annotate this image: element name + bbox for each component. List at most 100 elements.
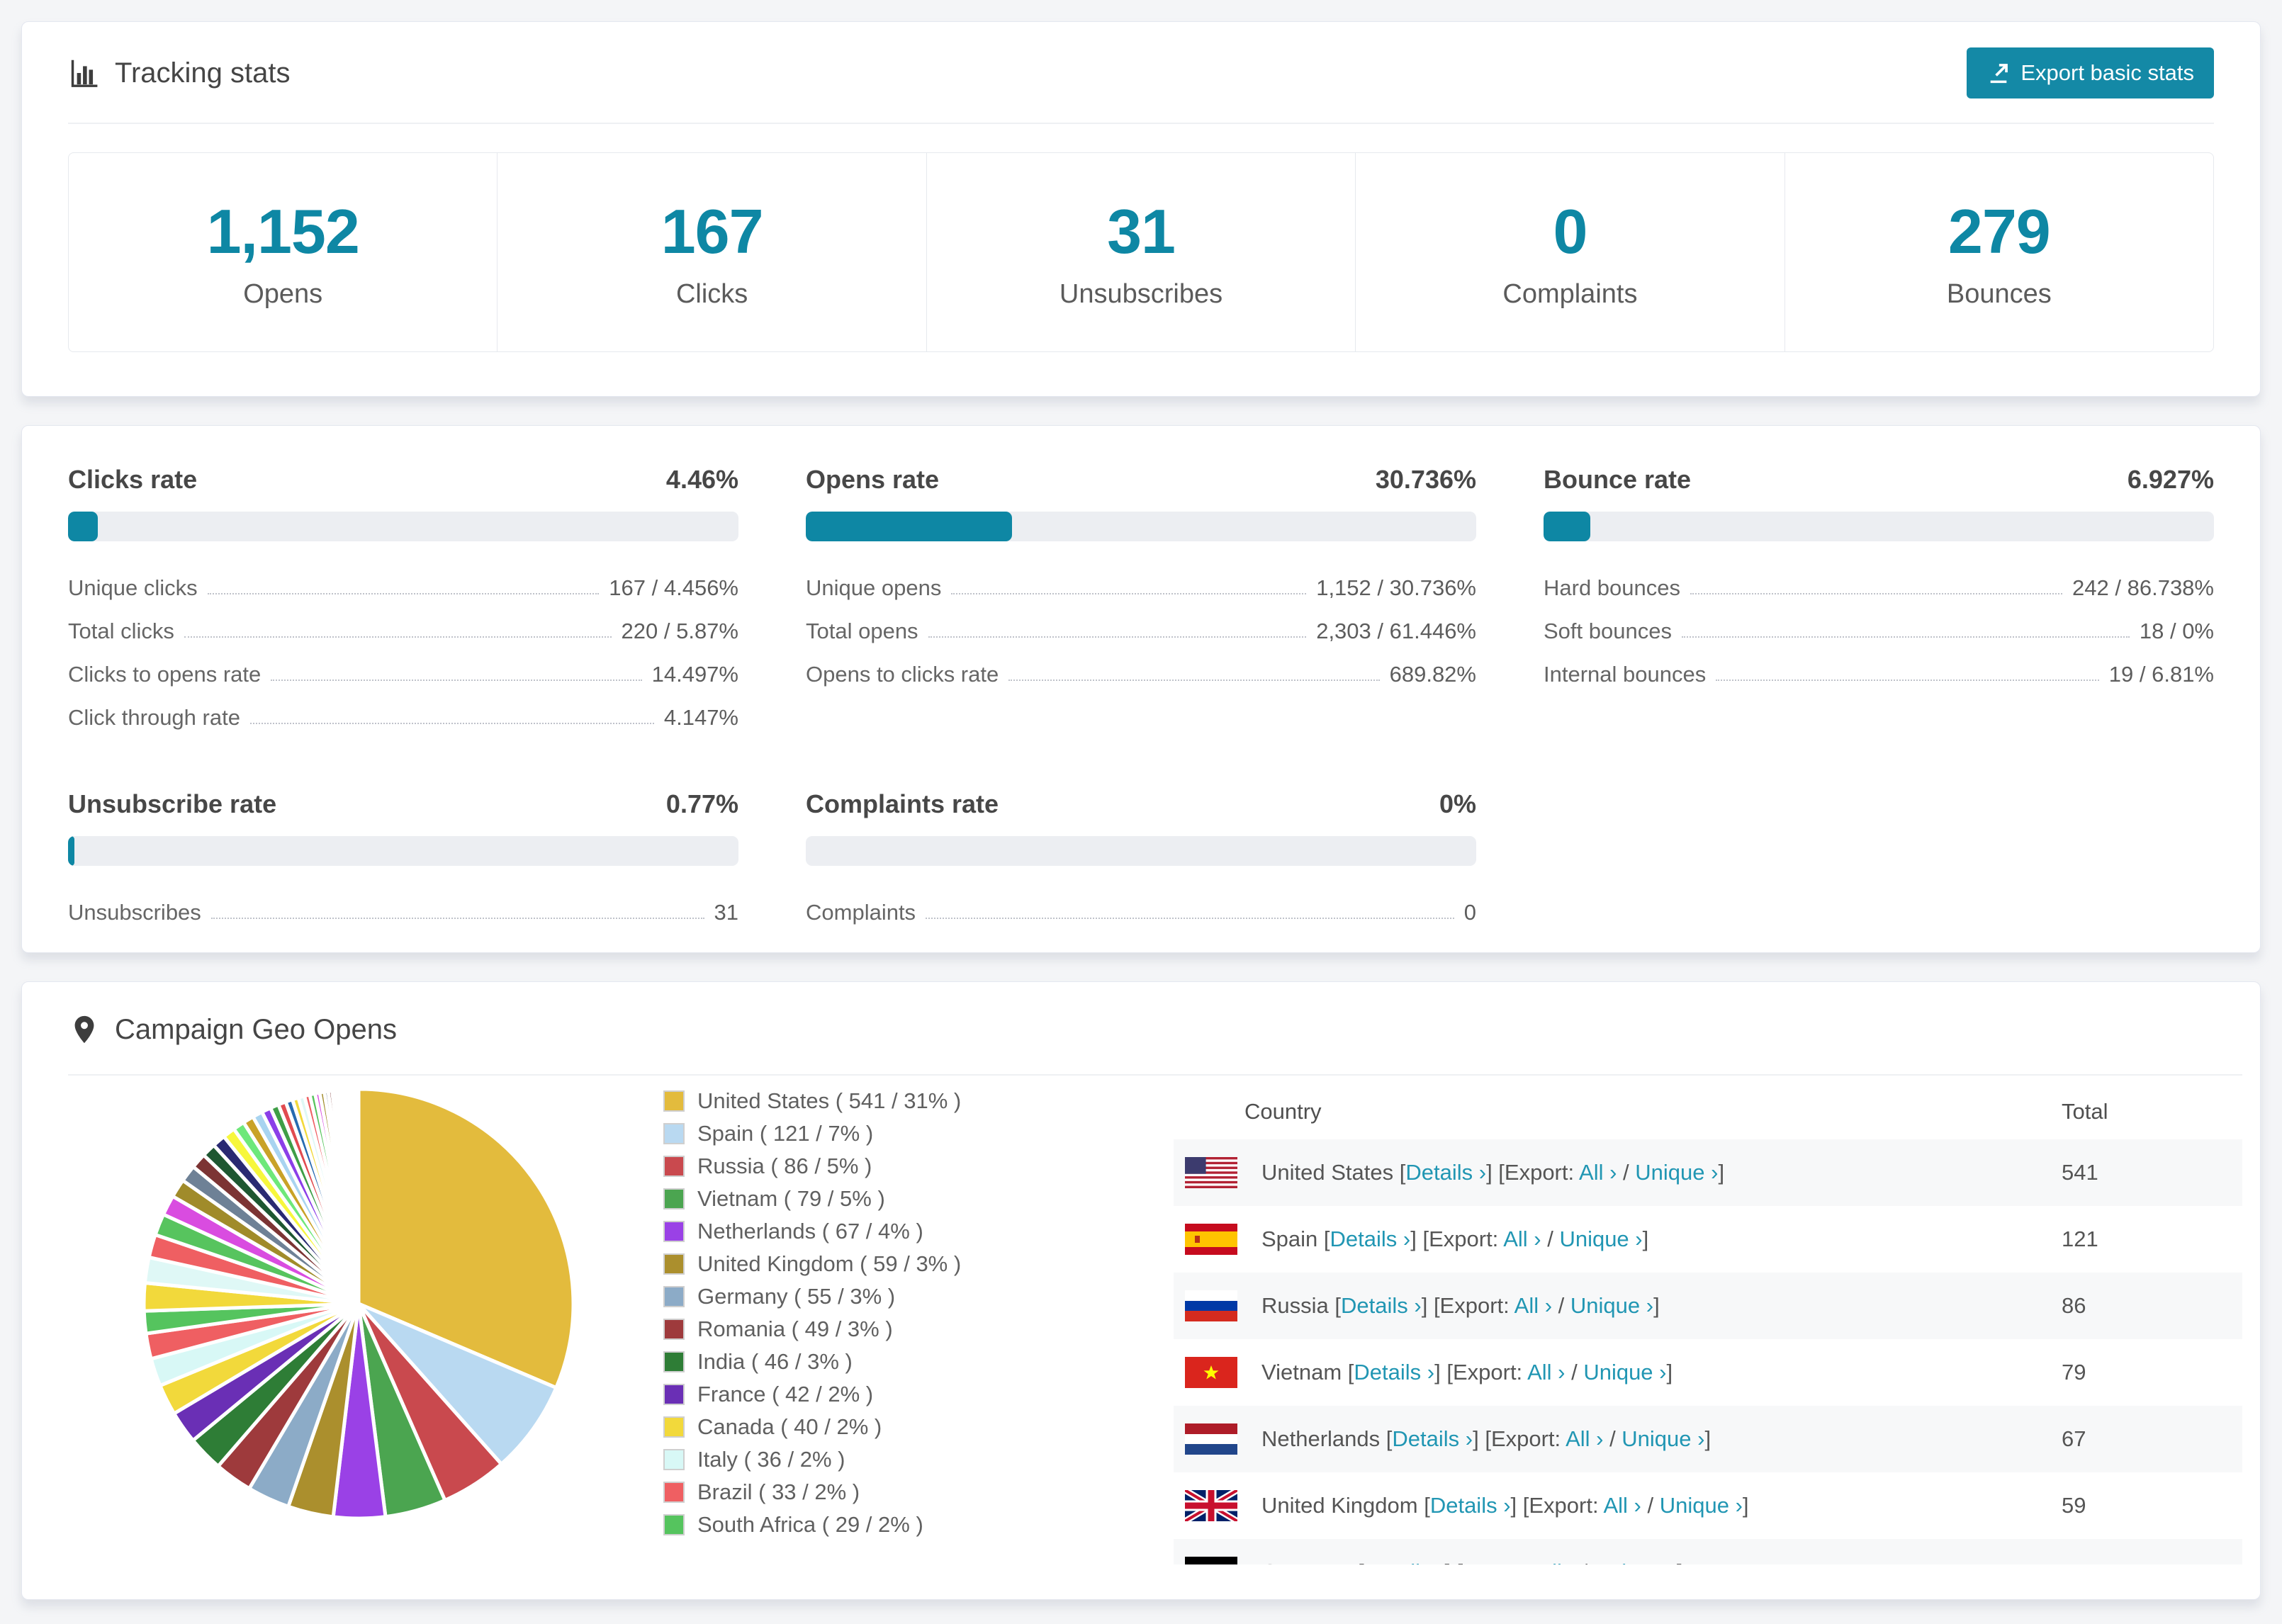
country-total: 541: [2062, 1160, 2098, 1185]
legend-swatch: [663, 1123, 685, 1144]
rate-progress-track: [68, 512, 738, 541]
details-link[interactable]: Details ›: [1330, 1227, 1411, 1251]
total-column-header: Total: [2062, 1099, 2108, 1124]
stat-value: 0: [1553, 196, 1587, 266]
legend-label: Vietnam ( 79 / 5% ): [697, 1186, 885, 1211]
legend-item: Vietnam ( 79 / 5% ): [663, 1186, 947, 1212]
legend-swatch: [663, 1482, 685, 1503]
stat-value: 31: [1107, 196, 1176, 266]
export-all-link[interactable]: All ›: [1514, 1293, 1552, 1318]
legend-item: Brazil ( 33 / 2% ): [663, 1479, 947, 1505]
details-link[interactable]: Details ›: [1405, 1160, 1486, 1185]
export-unique-link[interactable]: Unique ›: [1570, 1293, 1653, 1318]
export-all-link[interactable]: All ›: [1537, 1560, 1575, 1564]
details-link[interactable]: Details ›: [1364, 1560, 1445, 1564]
map-pin-icon: [74, 1015, 94, 1044]
export-unique-link[interactable]: Unique ›: [1559, 1227, 1642, 1251]
rate-stat-row: Total clicks 220 / 5.87%: [68, 610, 738, 653]
export-unique-link[interactable]: Unique ›: [1635, 1160, 1718, 1185]
export-all-link[interactable]: All ›: [1503, 1227, 1541, 1251]
details-link[interactable]: Details ›: [1392, 1426, 1473, 1451]
legend-item: Russia ( 86 / 5% ): [663, 1154, 947, 1179]
stats-row: 1,152 Opens 167 Clicks 31 Unsubscribes 0 Co…: [68, 152, 2214, 352]
details-link[interactable]: Details ›: [1430, 1493, 1511, 1518]
rate-progress-fill: [68, 512, 99, 541]
stat-box-clicks: 167 Clicks: [498, 153, 927, 351]
export-unique-link[interactable]: Unique ›: [1594, 1560, 1677, 1564]
rate-stat-row: Click through rate 4.147%: [68, 697, 738, 740]
export-unique-link[interactable]: Unique ›: [1583, 1360, 1666, 1385]
rate-stat-row: Internal bounces 19 / 6.81%: [1544, 653, 2214, 697]
details-link[interactable]: Details ›: [1354, 1360, 1434, 1385]
dotted-leader: [1690, 593, 2063, 594]
country-name: Germany: [1261, 1560, 1351, 1564]
rate-stat-label: Hard bounces: [1544, 575, 1681, 600]
rate-stat-value: 242 / 86.738%: [2072, 575, 2214, 600]
tracking-stats-header: Tracking stats Export basic stats: [68, 22, 2214, 124]
geo-legend: United States ( 541 / 31% ) Spain ( 121 …: [578, 1084, 961, 1564]
legend-label: Brazil ( 33 / 2% ): [697, 1479, 860, 1504]
rate-stat-value: 167 / 4.456%: [609, 575, 738, 600]
legend-swatch: [663, 1384, 685, 1405]
flag-us-icon: [1185, 1157, 1237, 1188]
rate-stat-value: 220 / 5.87%: [621, 619, 738, 643]
dotted-leader: [926, 918, 1454, 919]
rate-title: Bounce rate: [1544, 465, 1692, 494]
table-row-nl: Netherlands [Details ›] [Export: All › /…: [1174, 1406, 2242, 1472]
stat-box-bounces: 279 Bounces: [1785, 153, 2213, 351]
rate-progress-fill: [1544, 512, 1590, 541]
rate-progress-track: [1544, 512, 2214, 541]
legend-label: France ( 42 / 2% ): [697, 1382, 874, 1406]
table-row-us: United States [Details ›] [Export: All ›…: [1174, 1139, 2242, 1206]
export-all-link[interactable]: All ›: [1527, 1360, 1565, 1385]
pie-slice: [356, 1087, 361, 1304]
export-basic-stats-button[interactable]: Export basic stats: [1967, 47, 2214, 98]
rate-stat-row: Total opens 2,303 / 61.446%: [806, 610, 1476, 653]
legend-item: Germany ( 55 / 3% ): [663, 1284, 947, 1309]
rate-stat-row: Unique opens 1,152 / 30.736%: [806, 567, 1476, 610]
export-unique-link[interactable]: Unique ›: [1660, 1493, 1743, 1518]
rate-stat-value: 1,152 / 30.736%: [1316, 575, 1476, 600]
legend-item: Romania ( 49 / 3% ): [663, 1316, 947, 1342]
rate-stat-row: Unique clicks 167 / 4.456%: [68, 567, 738, 610]
rate-stat-label: Soft bounces: [1544, 619, 1672, 643]
bar-chart-icon: [71, 60, 98, 87]
rate-progress-track: [806, 512, 1476, 541]
table-row-de: Germany [Details ›] [Export: All › / Uni…: [1174, 1539, 2242, 1564]
legend-item: Spain ( 121 / 7% ): [663, 1121, 947, 1146]
rate-stat-label: Click through rate: [68, 705, 240, 730]
dotted-leader: [207, 593, 600, 594]
geo-table: Country Total United States [Details ›] …: [1174, 1084, 2242, 1564]
legend-swatch: [663, 1449, 685, 1470]
flag-de-icon: [1185, 1557, 1237, 1564]
stat-label: Unsubscribes: [1059, 278, 1223, 309]
export-all-link[interactable]: All ›: [1603, 1493, 1641, 1518]
page-title: Tracking stats: [115, 57, 291, 89]
rate-value: 0%: [1439, 789, 1476, 818]
rate-progress-fill: [806, 512, 1012, 541]
flag-es-icon: [1185, 1224, 1237, 1255]
rates-card: Clicks rate 4.46% Unique clicks 167 / 4.…: [21, 425, 2261, 953]
details-link[interactable]: Details ›: [1341, 1293, 1422, 1318]
geo-header: Campaign Geo Opens: [68, 982, 2242, 1076]
geo-table-rows: United States [Details ›] [Export: All ›…: [1174, 1139, 2242, 1564]
rate-stat-label: Total opens: [806, 619, 918, 643]
country-total: 67: [2062, 1426, 2086, 1451]
export-all-link[interactable]: All ›: [1566, 1426, 1603, 1451]
export-all-link[interactable]: All ›: [1579, 1160, 1617, 1185]
legend-label: Russia ( 86 / 5% ): [697, 1154, 872, 1178]
legend-swatch: [663, 1319, 685, 1340]
legend-swatch: [663, 1156, 685, 1177]
stat-label: Bounces: [1946, 278, 2052, 309]
export-unique-link[interactable]: Unique ›: [1621, 1426, 1704, 1451]
rate-panel-opens-rate: Opens rate 30.736% Unique opens 1,152 / …: [806, 465, 1476, 740]
legend-item: United Kingdom ( 59 / 3% ): [663, 1251, 961, 1277]
dotted-leader: [271, 680, 642, 681]
legend-label: Germany ( 55 / 3% ): [697, 1284, 896, 1309]
dotted-leader: [249, 723, 654, 724]
rate-stat-value: 19 / 6.81%: [2108, 662, 2214, 687]
dotted-leader: [928, 636, 1307, 638]
rate-title: Complaints rate: [806, 789, 999, 818]
legend-swatch: [663, 1221, 685, 1242]
country-name: United Kingdom: [1261, 1493, 1418, 1518]
